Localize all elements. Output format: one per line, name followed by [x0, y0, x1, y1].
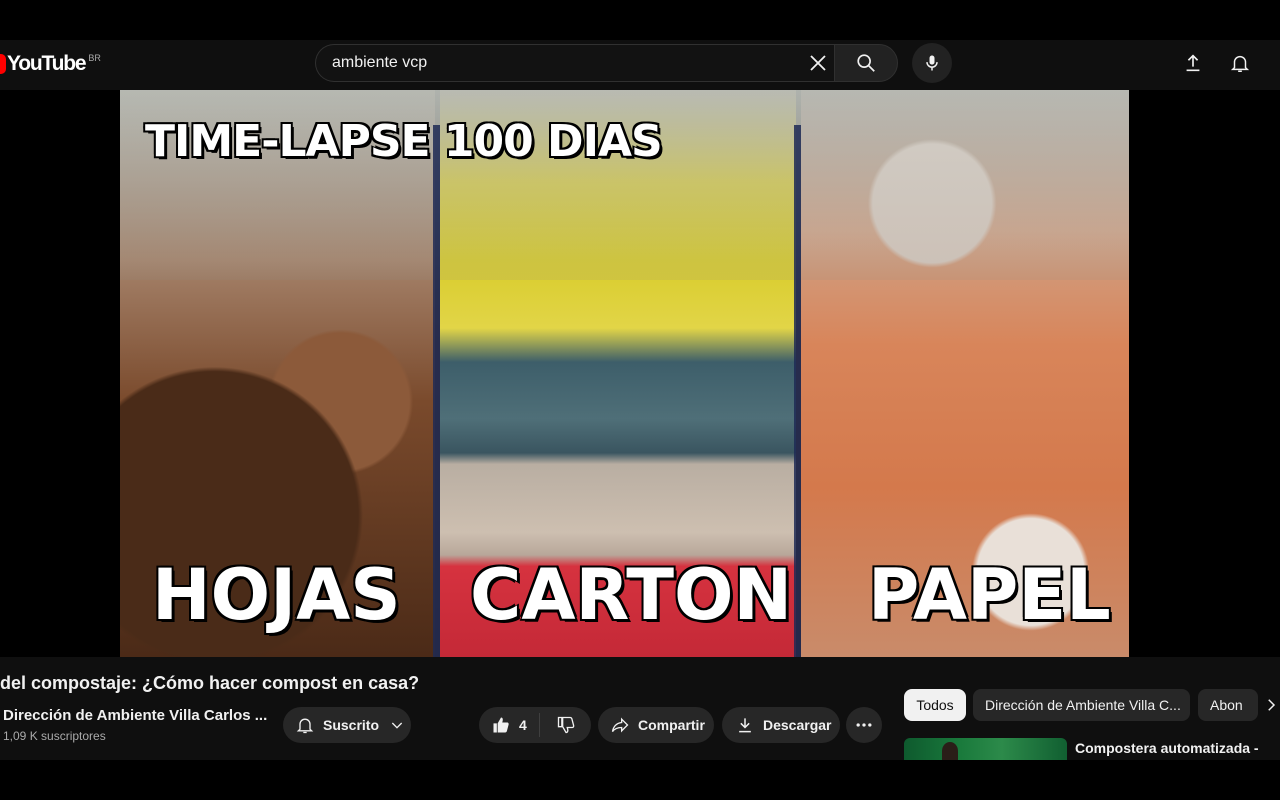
clear-icon[interactable]: [806, 51, 830, 75]
share-button[interactable]: Compartir: [598, 707, 714, 743]
video-overlay-title: TIME-LAPSE 100 DIAS: [145, 116, 663, 167]
subscribed-button[interactable]: Suscrito: [283, 707, 411, 743]
bell-icon: [295, 715, 315, 735]
like-count: 4: [519, 717, 527, 733]
youtube-play-icon: [0, 54, 6, 74]
search-icon: [855, 52, 877, 74]
youtube-logo[interactable]: YouTube BR: [0, 52, 101, 76]
share-label: Compartir: [638, 717, 705, 733]
chip-abon[interactable]: Abon: [1198, 689, 1258, 721]
video-label-hojas: HOJAS: [152, 554, 401, 636]
microphone-icon: [922, 53, 942, 73]
subscribed-label: Suscrito: [323, 717, 380, 733]
chip-todos[interactable]: Todos: [904, 689, 966, 721]
download-label: Descargar: [763, 717, 832, 733]
video-label-papel: PAPEL: [868, 554, 1111, 636]
chevron-down-icon: [389, 717, 405, 733]
chevron-right-icon[interactable]: [1262, 696, 1280, 714]
like-button[interactable]: 4: [479, 707, 539, 743]
upload-icon: [1182, 52, 1204, 74]
video-player[interactable]: TIME-LAPSE 100 DIAS HOJAS CARTON PAPEL: [0, 90, 1280, 657]
subscriber-count: 1,09 K suscriptores: [3, 729, 106, 743]
chip-channel[interactable]: Dirección de Ambiente Villa C...: [973, 689, 1190, 721]
bin-divider: [794, 125, 801, 657]
search-bar: ambiente vcp: [315, 44, 898, 82]
recommendation-title[interactable]: Compostera automatizada -: [1075, 740, 1259, 756]
bottom-black-strip: [0, 760, 1280, 800]
like-dislike-group: 4: [479, 707, 591, 743]
dislike-button[interactable]: [540, 707, 591, 743]
bin-divider: [433, 125, 440, 657]
logo-text: YouTube: [7, 52, 87, 75]
thumbnail-person: [942, 742, 958, 760]
thumbs-up-icon: [491, 715, 511, 735]
voice-search-button[interactable]: [912, 43, 952, 83]
search-query: ambiente vcp: [332, 54, 428, 71]
region-code: BR: [88, 53, 101, 63]
more-actions-button[interactable]: [846, 707, 882, 743]
download-button[interactable]: Descargar: [722, 707, 840, 743]
top-black-strip: [0, 0, 1280, 40]
notifications-button[interactable]: [1227, 50, 1253, 76]
more-horizontal-icon: [854, 715, 874, 735]
channel-name[interactable]: Dirección de Ambiente Villa Carlos ...: [3, 707, 267, 724]
download-icon: [735, 715, 755, 735]
upload-button[interactable]: [1180, 50, 1206, 76]
video-frame[interactable]: TIME-LAPSE 100 DIAS HOJAS CARTON PAPEL: [120, 90, 1129, 657]
bell-icon: [1229, 52, 1251, 74]
thumbs-down-icon: [556, 715, 576, 735]
recommendation-thumbnail[interactable]: [904, 738, 1067, 760]
search-input[interactable]: ambiente vcp: [315, 44, 834, 82]
search-button[interactable]: [834, 44, 898, 82]
video-title: del compostaje: ¿Cómo hacer compost en c…: [0, 673, 420, 693]
video-label-carton: CARTON: [470, 554, 793, 636]
share-icon: [610, 715, 630, 735]
